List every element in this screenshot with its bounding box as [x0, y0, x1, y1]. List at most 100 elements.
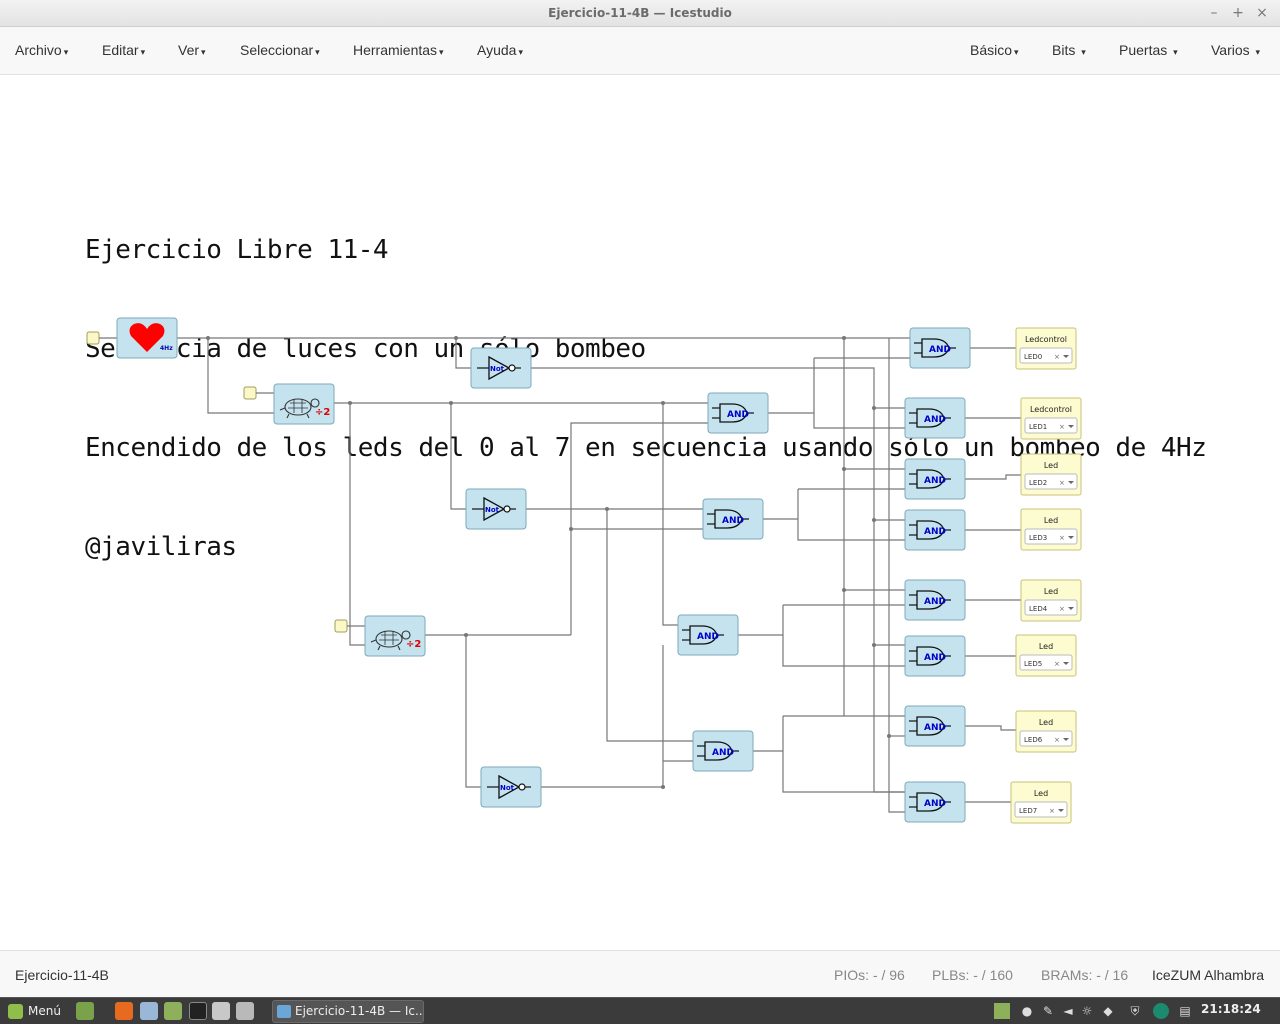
user-icon[interactable]: ●: [1019, 1003, 1035, 1019]
heartbeat-freq-label: 4Hz: [160, 345, 173, 352]
menu-bar: Archivo ▾ Editar ▾ Ver ▾ Seleccionar ▾ Herra…: [0, 27, 1280, 75]
pin-value: LED5: [1024, 660, 1042, 668]
project-name: Ejercicio-11-4B: [15, 967, 109, 983]
and-label: AND: [924, 597, 946, 607]
divider-label: ÷2: [315, 407, 330, 418]
and-gate[interactable]: AND: [904, 509, 966, 551]
app-launcher-icon[interactable]: [140, 1002, 158, 1020]
not-gate-1[interactable]: Not: [470, 347, 532, 389]
pin-value: LED2: [1029, 479, 1047, 487]
not-label: Not: [485, 506, 500, 514]
and-label: AND: [697, 632, 719, 642]
clear-icon[interactable]: ×: [1049, 807, 1055, 815]
menu-herramientas[interactable]: Herramientas ▾: [353, 42, 444, 58]
dropbox-icon[interactable]: ◆: [1100, 1003, 1116, 1019]
input-ports: [86, 331, 365, 633]
divider-block-1[interactable]: ÷2: [273, 383, 335, 425]
menu-puertas[interactable]: Puertas ▾: [1119, 42, 1178, 58]
close-icon[interactable]: ×: [1253, 4, 1271, 22]
output-title: Led: [1044, 587, 1058, 596]
shield-icon[interactable]: ⛨: [1127, 1003, 1143, 1019]
and-gate[interactable]: AND: [909, 327, 971, 369]
output-led5[interactable]: Led LED5 ×: [1015, 634, 1077, 677]
output-led4[interactable]: Led LED4 ×: [1020, 579, 1082, 622]
maximize-icon[interactable]: +: [1229, 4, 1247, 22]
terminal-icon[interactable]: [189, 1002, 207, 1020]
output-led2[interactable]: Led LED2 ×: [1020, 453, 1082, 496]
output-led0[interactable]: Ledcontrol LED0 ×: [1015, 327, 1077, 370]
circuit-diagram[interactable]: 4Hz ÷2 ÷2 Not Not Not AND AND AND AND AN…: [0, 76, 1280, 950]
status-bar: Ejercicio-11-4B PIOs: - / 96 PLBs: - / 1…: [0, 950, 1280, 997]
and-gate[interactable]: AND: [904, 705, 966, 747]
pen-icon[interactable]: ✎: [1040, 1003, 1056, 1019]
pin-value: LED7: [1019, 807, 1037, 815]
and-gate[interactable]: AND: [904, 458, 966, 500]
not-gate-3[interactable]: Not: [480, 766, 542, 808]
output-title: Led: [1039, 718, 1053, 727]
and-label: AND: [924, 527, 946, 537]
and-gate[interactable]: AND: [904, 781, 966, 823]
menu-ayuda[interactable]: Ayuda ▾: [477, 42, 523, 58]
brams-count: BRAMs: - / 16: [1041, 967, 1129, 983]
clipboard-icon[interactable]: ▤: [1177, 1003, 1193, 1019]
output-led7[interactable]: Led LED7 ×: [1010, 781, 1072, 824]
volume-icon[interactable]: ◄: [1060, 1003, 1076, 1019]
start-menu-button[interactable]: Menú: [6, 1001, 61, 1022]
clear-icon[interactable]: ×: [1059, 605, 1065, 613]
output-title: Led: [1039, 642, 1053, 651]
menu-seleccionar[interactable]: Seleccionar ▾: [240, 42, 320, 58]
clear-icon[interactable]: ×: [1054, 353, 1060, 361]
clear-icon[interactable]: ×: [1054, 660, 1060, 668]
and-gate[interactable]: AND: [904, 397, 966, 439]
menu-varios[interactable]: Varios ▾: [1211, 42, 1260, 58]
menu-editar[interactable]: Editar ▾: [102, 42, 145, 58]
menu-archivo[interactable]: Archivo ▾: [15, 42, 68, 58]
output-title: Ledcontrol: [1030, 405, 1072, 414]
output-led3[interactable]: Led LED3 ×: [1020, 508, 1082, 551]
menu-basico[interactable]: Básico ▾: [970, 42, 1019, 58]
and-gate[interactable]: AND: [702, 498, 764, 540]
and-gate[interactable]: AND: [904, 635, 966, 677]
and-gate[interactable]: AND: [677, 614, 739, 656]
taskbar-window-button[interactable]: Ejercicio-11-4B — Ic...: [272, 1000, 424, 1023]
and-label: AND: [924, 415, 946, 425]
files-icon[interactable]: [164, 1002, 182, 1020]
window-title: Ejercicio-11-4B — Icestudio: [548, 6, 732, 20]
clear-icon[interactable]: ×: [1059, 534, 1065, 542]
search-icon[interactable]: [212, 1002, 230, 1020]
output-title: Led: [1034, 789, 1048, 798]
plbs-count: PLBs: - / 160: [932, 967, 1013, 983]
clear-icon[interactable]: ×: [1059, 479, 1065, 487]
network-icon[interactable]: [1153, 1003, 1169, 1019]
divider-block-2[interactable]: ÷2: [364, 615, 426, 657]
and-gate[interactable]: AND: [707, 392, 769, 434]
brightness-icon[interactable]: ☼: [1079, 1003, 1095, 1019]
output-led1[interactable]: Ledcontrol LED1 ×: [1020, 397, 1082, 440]
and-label: AND: [924, 723, 946, 733]
and-gate[interactable]: AND: [692, 730, 754, 772]
and-gate[interactable]: AND: [904, 579, 966, 621]
firefox-icon[interactable]: [115, 1002, 133, 1020]
show-desktop-icon[interactable]: [76, 1002, 94, 1020]
pios-count: PIOs: - / 96: [834, 967, 905, 983]
and-label: AND: [924, 799, 946, 809]
screenshot-icon[interactable]: [236, 1002, 254, 1020]
pin-value: LED0: [1024, 353, 1042, 361]
output-led6[interactable]: Led LED6 ×: [1015, 710, 1077, 753]
board-name[interactable]: IceZUM Alhambra: [1152, 967, 1264, 983]
pin-value: LED1: [1029, 423, 1047, 431]
design-canvas[interactable]: Ejercicio Libre 11-4 Secuencia de luces …: [0, 76, 1280, 950]
pin-value: LED6: [1024, 736, 1043, 744]
not-label: Not: [490, 365, 505, 373]
menu-bits[interactable]: Bits ▾: [1052, 42, 1086, 58]
clear-icon[interactable]: ×: [1054, 736, 1060, 744]
menu-ver[interactable]: Ver ▾: [178, 42, 206, 58]
not-gate-2[interactable]: Not: [465, 488, 527, 530]
heartbeat-block[interactable]: 4Hz: [116, 317, 178, 359]
and-label: AND: [924, 476, 946, 486]
folder-icon[interactable]: [994, 1003, 1010, 1019]
pin-value: LED3: [1029, 534, 1047, 542]
minimize-icon[interactable]: –: [1205, 4, 1223, 22]
clock[interactable]: 21:18:24: [1201, 1002, 1261, 1016]
clear-icon[interactable]: ×: [1059, 423, 1065, 431]
